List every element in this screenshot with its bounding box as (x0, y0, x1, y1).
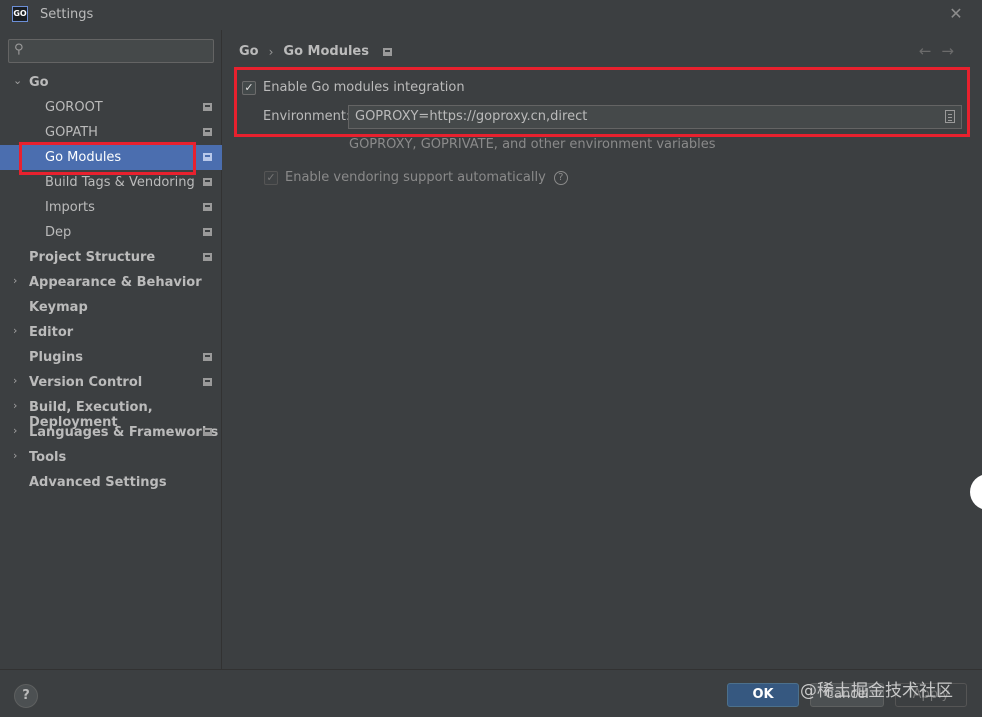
breadcrumb-current: Go Modules (283, 44, 369, 59)
project-level-icon (203, 378, 212, 386)
project-level-icon (203, 103, 212, 111)
chevron-right-icon[interactable]: › (13, 324, 17, 337)
chevron-right-icon[interactable]: › (13, 449, 17, 462)
project-level-icon (383, 47, 392, 56)
chevron-right-icon[interactable]: › (13, 399, 17, 412)
sidebar-item-build-execution[interactable]: › Build, Execution, Deployment (0, 395, 222, 430)
project-level-icon (203, 128, 212, 136)
sidebar-item-label: Dep (45, 225, 72, 240)
sidebar-item-build-tags[interactable]: Build Tags & Vendoring (0, 170, 222, 195)
dialog-footer: ? OK Cancel Apply @稀土掘金技术社区 (0, 669, 982, 717)
breadcrumb-parent[interactable]: Go (239, 44, 259, 59)
sidebar-item-label: Build Tags & Vendoring (45, 175, 195, 190)
project-level-icon (203, 203, 212, 211)
forward-arrow-icon[interactable]: → (941, 42, 964, 60)
project-level-icon (203, 253, 212, 261)
settings-sidebar: ⚲ ⌄ Go GOROOT GOPATH Go Modules Build Ta… (0, 30, 222, 669)
help-icon[interactable]: ? (553, 170, 568, 185)
sidebar-item-version-control[interactable]: › Version Control (0, 370, 222, 395)
sidebar-item-label: Editor (29, 325, 74, 340)
enable-go-modules-checkbox[interactable]: ✓ (242, 80, 256, 95)
sidebar-item-label: Languages & Frameworks (29, 425, 219, 440)
sidebar-item-gopath[interactable]: GOPATH (0, 120, 222, 145)
project-level-icon (203, 228, 212, 236)
sidebar-item-label: Version Control (29, 375, 143, 390)
sidebar-item-label: GOROOT (45, 100, 103, 115)
sidebar-item-label: Project Structure (29, 250, 156, 265)
chevron-right-icon[interactable]: › (13, 374, 17, 387)
sidebar-item-label: Advanced Settings (29, 475, 167, 490)
sidebar-item-goroot[interactable]: GOROOT (0, 95, 222, 120)
sidebar-item-advanced[interactable]: Advanced Settings (0, 470, 222, 495)
title-bar: GO Settings ✕ (0, 0, 982, 30)
sidebar-item-keymap[interactable]: Keymap (0, 295, 222, 320)
sidebar-item-imports[interactable]: Imports (0, 195, 222, 220)
environment-value: GOPROXY=https://goproxy.cn,direct (355, 109, 588, 124)
environment-label: Environment: (263, 109, 351, 124)
sidebar-item-languages[interactable]: › Languages & Frameworks (0, 420, 222, 445)
close-icon[interactable]: ✕ (946, 4, 966, 24)
sidebar-item-label: Imports (45, 200, 95, 215)
vendoring-label: Enable vendoring support automatically (285, 170, 546, 185)
sidebar-item-label: Keymap (29, 300, 88, 315)
goland-app-icon: GO (12, 6, 28, 22)
project-level-icon (203, 428, 212, 436)
project-level-icon (203, 353, 212, 361)
enable-go-modules-row[interactable]: ✓ Enable Go modules integration (242, 80, 465, 95)
project-level-icon (203, 153, 212, 161)
breadcrumb: Go › Go Modules (239, 44, 392, 59)
sidebar-item-editor[interactable]: › Editor (0, 320, 222, 345)
chevron-down-icon[interactable]: ⌄ (13, 74, 22, 87)
sidebar-item-label: Appearance & Behavior (29, 275, 202, 290)
chevron-right-icon[interactable]: › (13, 424, 17, 437)
project-level-icon (203, 178, 212, 186)
help-button[interactable]: ? (14, 684, 38, 708)
watermark: @稀土掘金技术社区 (800, 681, 953, 701)
sidebar-item-label: Plugins (29, 350, 83, 365)
sidebar-item-dep[interactable]: Dep (0, 220, 222, 245)
sidebar-item-label: Tools (29, 450, 67, 465)
settings-content: Go › Go Modules ←→ ✓ Enable Go modules i… (223, 30, 982, 669)
enable-go-modules-label: Enable Go modules integration (263, 80, 465, 95)
sidebar-item-appearance[interactable]: › Appearance & Behavior (0, 270, 222, 295)
chevron-right-icon[interactable]: › (13, 274, 17, 287)
window-title: Settings (40, 7, 94, 22)
history-nav: ←→ (919, 42, 964, 60)
environment-hint: GOPROXY, GOPRIVATE, and other environmen… (349, 137, 716, 152)
ok-button[interactable]: OK (727, 683, 799, 707)
sidebar-item-project-structure[interactable]: Project Structure (0, 245, 222, 270)
settings-search-input[interactable]: ⚲ (8, 39, 214, 63)
sidebar-item-tools[interactable]: › Tools (0, 445, 222, 470)
environment-input[interactable]: GOPROXY=https://goproxy.cn,direct (348, 105, 962, 129)
sidebar-item-label: GOPATH (45, 125, 98, 140)
sidebar-item-plugins[interactable]: Plugins (0, 345, 222, 370)
browse-env-icon[interactable] (945, 110, 955, 123)
back-arrow-icon[interactable]: ← (919, 42, 942, 60)
vendoring-row: ✓ Enable vendoring support automatically… (264, 170, 568, 185)
vendoring-checkbox: ✓ (264, 170, 278, 185)
search-icon: ⚲ (14, 42, 24, 57)
breadcrumb-separator-icon: › (268, 44, 274, 59)
sidebar-item-label: Go Modules (45, 150, 122, 165)
sidebar-item-go[interactable]: ⌄ Go (0, 70, 222, 95)
sidebar-item-go-modules[interactable]: Go Modules (0, 145, 222, 170)
sidebar-item-label: Go (29, 75, 49, 90)
